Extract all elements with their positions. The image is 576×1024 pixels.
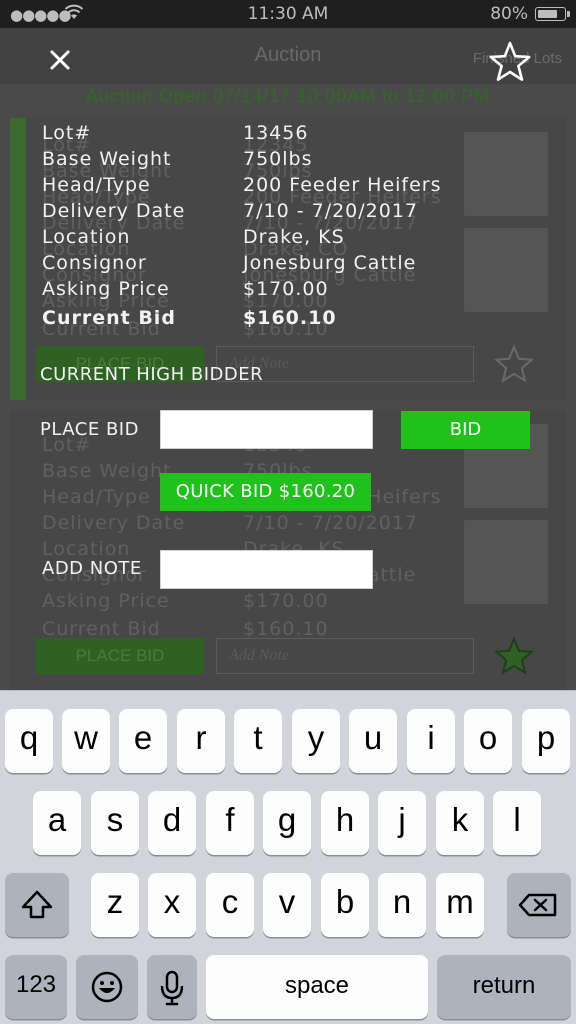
key-u[interactable]: u — [349, 709, 397, 773]
background-lot-video-thumbnail — [464, 228, 548, 312]
key-n[interactable]: n — [378, 873, 426, 937]
key-i[interactable]: i — [407, 709, 455, 773]
space-key[interactable]: space — [206, 955, 428, 1019]
microphone-key[interactable] — [147, 955, 197, 1019]
delivery-date-value: 7/10 - 7/20/2017 — [243, 200, 419, 222]
numbers-key[interactable]: 123 — [5, 955, 67, 1019]
key-e[interactable]: e — [119, 709, 167, 773]
favorite-star-icon[interactable] — [488, 40, 532, 84]
background-add-note-field: Add Note — [216, 638, 474, 674]
consignor-label: Consignor — [42, 252, 147, 274]
background-delivery-label: Delivery Date — [42, 512, 186, 534]
emoji-icon — [91, 971, 123, 1003]
key-b[interactable]: b — [321, 873, 369, 937]
asking-price-value: $170.00 — [243, 278, 329, 300]
background-current-bid-label: Current Bid — [42, 618, 161, 640]
delete-key[interactable] — [507, 873, 571, 937]
key-f[interactable]: f — [206, 791, 254, 855]
key-g[interactable]: g — [263, 791, 311, 855]
lot-number-value: 13456 — [243, 122, 309, 144]
battery-percentage: 80% — [490, 4, 528, 24]
backspace-icon — [518, 893, 557, 917]
key-p[interactable]: p — [522, 709, 570, 773]
bid-amount-input[interactable] — [160, 410, 373, 449]
head-type-value: 200 Feeder Heifers — [243, 174, 442, 196]
delivery-date-label: Delivery Date — [42, 200, 186, 222]
key-y[interactable]: y — [292, 709, 340, 773]
quick-bid-button[interactable]: QUICK BID $160.20 — [160, 473, 371, 511]
lot-number-label: Lot# — [42, 122, 92, 144]
key-x[interactable]: x — [148, 873, 196, 937]
location-value: Drake, KS — [243, 226, 345, 248]
key-t[interactable]: t — [234, 709, 282, 773]
background-lot-thumbnail — [464, 132, 548, 216]
key-k[interactable]: k — [436, 791, 484, 855]
background-star-filled-icon — [494, 636, 534, 675]
background-headtype-label: Head/Type — [42, 486, 151, 508]
key-c[interactable]: c — [206, 873, 254, 937]
add-note-label: ADD NOTE — [42, 558, 142, 579]
base-weight-label: Base Weight — [42, 148, 172, 170]
base-weight-value: 750lbs — [243, 148, 313, 170]
key-q[interactable]: q — [5, 709, 53, 773]
bid-button[interactable]: BID — [401, 411, 530, 449]
key-j[interactable]: j — [378, 791, 426, 855]
key-m[interactable]: m — [436, 873, 484, 937]
background-lot-video-thumbnail — [464, 520, 548, 604]
key-a[interactable]: a — [33, 791, 81, 855]
emoji-key[interactable] — [76, 955, 138, 1019]
background-delivery-value: 7/10 - 7/20/2017 — [243, 512, 419, 534]
current-high-bidder-status: CURRENT HIGH BIDDER — [40, 364, 264, 385]
shift-key[interactable] — [5, 873, 69, 937]
key-h[interactable]: h — [321, 791, 369, 855]
key-z[interactable]: z — [91, 873, 139, 937]
current-bid-label: Current Bid — [42, 307, 176, 329]
shift-icon — [21, 890, 53, 919]
key-d[interactable]: d — [148, 791, 196, 855]
background-current-bid-value: $160.10 — [243, 618, 329, 640]
key-r[interactable]: r — [177, 709, 225, 773]
asking-price-label: Asking Price — [42, 278, 170, 300]
background-asking-value: $170.00 — [243, 590, 329, 612]
head-type-label: Head/Type — [42, 174, 151, 196]
key-w[interactable]: w — [62, 709, 110, 773]
status-bar: ●●●●● 11:30 AM 80% — [0, 0, 576, 28]
onscreen-keyboard: q w e r t y u i o p a s d f g h j k l z … — [0, 690, 576, 1024]
key-v[interactable]: v — [263, 873, 311, 937]
microphone-icon — [160, 970, 184, 1006]
background-star-outline-icon — [494, 344, 534, 383]
background-location-label: Location — [42, 538, 131, 560]
battery-icon — [535, 7, 570, 21]
key-s[interactable]: s — [91, 791, 139, 855]
current-bid-value: $160.10 — [243, 307, 337, 329]
background-auction-open-banner: Auction Open 07/14/17 10:00AM to 12:00 P… — [85, 86, 491, 106]
location-label: Location — [42, 226, 131, 248]
key-l[interactable]: l — [493, 791, 541, 855]
key-o[interactable]: o — [464, 709, 512, 773]
background-weight-label: Base Weight — [42, 460, 172, 482]
background-place-bid-button: PLACE BID — [36, 638, 204, 674]
add-note-input[interactable] — [160, 550, 373, 589]
return-key[interactable]: return — [437, 955, 571, 1019]
place-bid-label: PLACE BID — [40, 419, 139, 440]
consignor-value: Jonesburg Cattle — [243, 252, 417, 274]
background-asking-label: Asking Price — [42, 590, 170, 612]
close-icon[interactable] — [44, 44, 76, 76]
